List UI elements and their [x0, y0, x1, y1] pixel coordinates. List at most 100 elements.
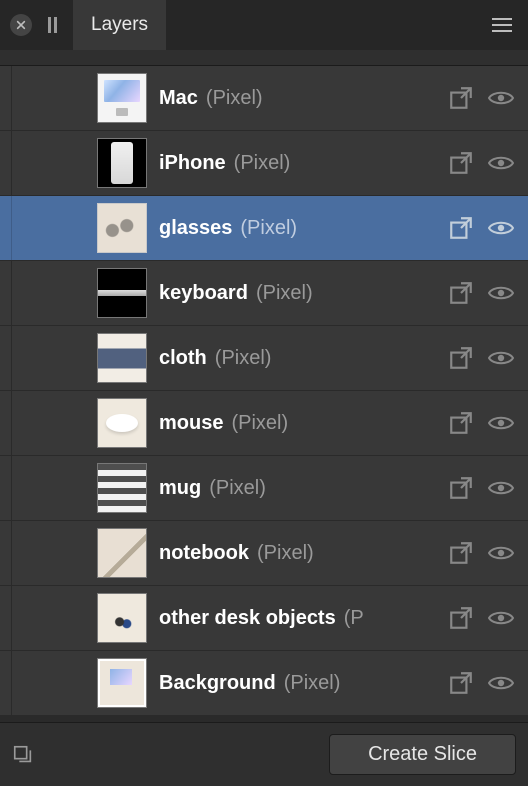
- layer-name: mug: [159, 477, 201, 500]
- layer-actions: [440, 670, 514, 696]
- layer-name: cloth: [159, 347, 207, 370]
- layer-row[interactable]: notebook (Pixel): [0, 521, 528, 586]
- panel-subheader: [0, 50, 528, 66]
- row-indent: [12, 391, 97, 455]
- panel-menu-button[interactable]: [486, 12, 518, 38]
- layer-name: Mac: [159, 87, 198, 110]
- layer-thumbnail[interactable]: [97, 463, 147, 513]
- layer-actions: [440, 345, 514, 371]
- layer-name: notebook: [159, 542, 249, 565]
- layer-label: iPhone (Pixel): [147, 152, 440, 175]
- row-indent: [12, 261, 97, 325]
- visibility-icon[interactable]: [488, 414, 514, 432]
- layer-thumbnail[interactable]: [97, 268, 147, 318]
- layer-actions: [440, 605, 514, 631]
- panel-footer: Create Slice: [0, 722, 528, 786]
- close-panel-button[interactable]: [10, 14, 32, 36]
- panel-header: Layers: [0, 0, 528, 50]
- popout-icon[interactable]: [448, 605, 474, 631]
- layer-row[interactable]: Background (Pixel): [0, 651, 528, 716]
- visibility-icon[interactable]: [488, 89, 514, 107]
- layer-actions: [440, 85, 514, 111]
- visibility-icon[interactable]: [488, 154, 514, 172]
- layer-row[interactable]: cloth (Pixel): [0, 326, 528, 391]
- thumbnail-image: [98, 594, 146, 642]
- layer-label: notebook (Pixel): [147, 542, 440, 565]
- layer-thumbnail[interactable]: [97, 593, 147, 643]
- layer-type: (Pixel): [206, 87, 263, 110]
- layer-type: (P: [344, 607, 364, 630]
- layer-label: glasses (Pixel): [147, 217, 440, 240]
- visibility-icon[interactable]: [488, 349, 514, 367]
- row-gutter: [0, 326, 12, 390]
- row-indent: [12, 326, 97, 390]
- create-slice-label: Create Slice: [368, 743, 477, 765]
- layer-row[interactable]: mug (Pixel): [0, 456, 528, 521]
- layer-name: keyboard: [159, 282, 248, 305]
- row-gutter: [0, 391, 12, 455]
- create-slice-button[interactable]: Create Slice: [329, 734, 516, 775]
- layer-label: mouse (Pixel): [147, 412, 440, 435]
- layer-row[interactable]: glasses (Pixel): [0, 196, 528, 261]
- layer-type: (Pixel): [256, 282, 313, 305]
- layer-label: other desk objects (P: [147, 607, 440, 630]
- layer-thumbnail[interactable]: [97, 658, 147, 708]
- layer-thumbnail[interactable]: [97, 333, 147, 383]
- visibility-icon[interactable]: [488, 284, 514, 302]
- thumbnail-image: [98, 139, 146, 187]
- visibility-icon[interactable]: [488, 479, 514, 497]
- layer-name: other desk objects: [159, 607, 336, 630]
- visibility-icon[interactable]: [488, 219, 514, 237]
- layer-row[interactable]: keyboard (Pixel): [0, 261, 528, 326]
- thumbnail-image: [98, 399, 146, 447]
- thumbnail-image: [98, 74, 146, 122]
- layer-name: iPhone: [159, 152, 226, 175]
- layer-type: (Pixel): [231, 412, 288, 435]
- layer-type: (Pixel): [234, 152, 291, 175]
- layer-thumbnail[interactable]: [97, 398, 147, 448]
- row-gutter: [0, 456, 12, 520]
- visibility-icon[interactable]: [488, 544, 514, 562]
- row-gutter: [0, 521, 12, 585]
- layer-thumbnail[interactable]: [97, 528, 147, 578]
- layer-thumbnail[interactable]: [97, 203, 147, 253]
- row-gutter: [0, 261, 12, 325]
- popout-icon[interactable]: [448, 410, 474, 436]
- thumbnail-image: [98, 204, 146, 252]
- layer-actions: [440, 150, 514, 176]
- row-indent: [12, 586, 97, 650]
- popout-icon[interactable]: [448, 540, 474, 566]
- row-gutter: [0, 131, 12, 195]
- popout-icon[interactable]: [448, 345, 474, 371]
- popout-icon[interactable]: [448, 670, 474, 696]
- layer-label: keyboard (Pixel): [147, 282, 440, 305]
- layer-row[interactable]: Mac (Pixel): [0, 66, 528, 131]
- layer-stack-icon[interactable]: [12, 744, 34, 766]
- layer-row[interactable]: mouse (Pixel): [0, 391, 528, 456]
- layer-name: glasses: [159, 217, 232, 240]
- popout-icon[interactable]: [448, 475, 474, 501]
- popout-icon[interactable]: [448, 85, 474, 111]
- layer-actions: [440, 475, 514, 501]
- popout-icon[interactable]: [448, 150, 474, 176]
- close-icon: [16, 20, 26, 30]
- layer-row[interactable]: iPhone (Pixel): [0, 131, 528, 196]
- row-indent: [12, 521, 97, 585]
- row-gutter: [0, 196, 12, 260]
- row-gutter: [0, 66, 12, 130]
- layer-row[interactable]: other desk objects (P: [0, 586, 528, 651]
- thumbnail-image: [98, 659, 146, 707]
- dock-panel-button[interactable]: [42, 17, 63, 33]
- visibility-icon[interactable]: [488, 609, 514, 627]
- row-indent: [12, 456, 97, 520]
- visibility-icon[interactable]: [488, 674, 514, 692]
- layer-thumbnail[interactable]: [97, 138, 147, 188]
- layer-name: Background: [159, 672, 276, 695]
- popout-icon[interactable]: [448, 280, 474, 306]
- thumbnail-image: [98, 464, 146, 512]
- layer-actions: [440, 410, 514, 436]
- layer-thumbnail[interactable]: [97, 73, 147, 123]
- tab-layers[interactable]: Layers: [73, 0, 166, 50]
- popout-icon[interactable]: [448, 215, 474, 241]
- layer-actions: [440, 280, 514, 306]
